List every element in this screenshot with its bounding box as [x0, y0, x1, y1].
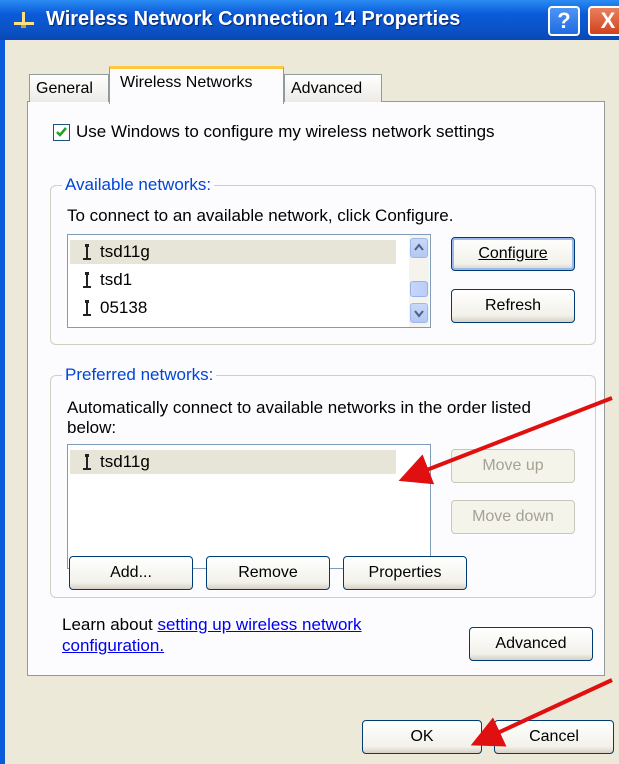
learn-about-prefix: Learn about	[62, 615, 158, 634]
scroll-thumb[interactable]	[410, 281, 428, 297]
network-name: tsd11g	[100, 242, 150, 261]
scroll-up-button[interactable]	[410, 238, 428, 258]
network-connection-icon	[14, 12, 34, 28]
network-name: tsd1	[100, 270, 133, 289]
chevron-up-icon	[414, 243, 424, 251]
help-button[interactable]: ?	[548, 6, 580, 36]
learn-about-text: Learn about setting up wireless network …	[62, 614, 412, 656]
antenna-icon	[83, 454, 91, 470]
list-item[interactable]: 05138	[70, 296, 396, 320]
available-networks-legend: Available networks:	[62, 175, 215, 195]
use-windows-checkbox[interactable]	[53, 124, 70, 141]
remove-button[interactable]: Remove	[206, 556, 330, 590]
cancel-button[interactable]: Cancel	[494, 720, 614, 754]
tab-wireless-networks[interactable]: Wireless Networks	[109, 66, 284, 104]
close-button[interactable]: X	[588, 6, 619, 36]
list-item[interactable]: tsd11g	[70, 450, 396, 474]
chevron-down-icon	[414, 310, 424, 318]
available-networks-list[interactable]: tsd11g tsd1 05138	[67, 234, 431, 328]
antenna-icon	[83, 272, 91, 288]
list-item[interactable]: tsd11g	[70, 240, 396, 264]
antenna-icon	[83, 300, 91, 316]
configure-label: Configure	[478, 245, 548, 262]
available-instruction: To connect to an available network, clic…	[67, 206, 454, 225]
list-item[interactable]: tsd1	[70, 268, 396, 292]
add-button[interactable]: Add...	[69, 556, 193, 590]
network-name: tsd11g	[100, 452, 150, 471]
advanced-button[interactable]: Advanced	[469, 627, 593, 661]
preferred-instruction: Automatically connect to available netwo…	[67, 398, 531, 437]
move-down-button[interactable]: Move down	[451, 500, 575, 534]
antenna-icon	[83, 244, 91, 260]
preferred-networks-list[interactable]: tsd11g	[67, 444, 431, 569]
use-windows-label: Use Windows to configure my wireless net…	[76, 122, 495, 141]
preferred-networks-legend: Preferred networks:	[62, 365, 217, 385]
scroll-down-button[interactable]	[410, 303, 428, 323]
configure-button[interactable]: Configure	[451, 237, 575, 271]
network-name: 05138	[100, 298, 148, 317]
tab-advanced[interactable]: Advanced	[284, 74, 382, 102]
refresh-label: Refresh	[484, 297, 542, 314]
refresh-button[interactable]: Refresh	[451, 289, 575, 323]
title-bar[interactable]: Wireless Network Connection 14 Propertie…	[0, 0, 619, 40]
ok-button[interactable]: OK	[362, 720, 482, 754]
move-up-button[interactable]: Move up	[451, 449, 575, 483]
tab-general[interactable]: General	[29, 74, 109, 102]
properties-button[interactable]: Properties	[343, 556, 467, 590]
checkmark-icon	[56, 127, 67, 137]
window-title: Wireless Network Connection 14 Propertie…	[46, 8, 461, 30]
